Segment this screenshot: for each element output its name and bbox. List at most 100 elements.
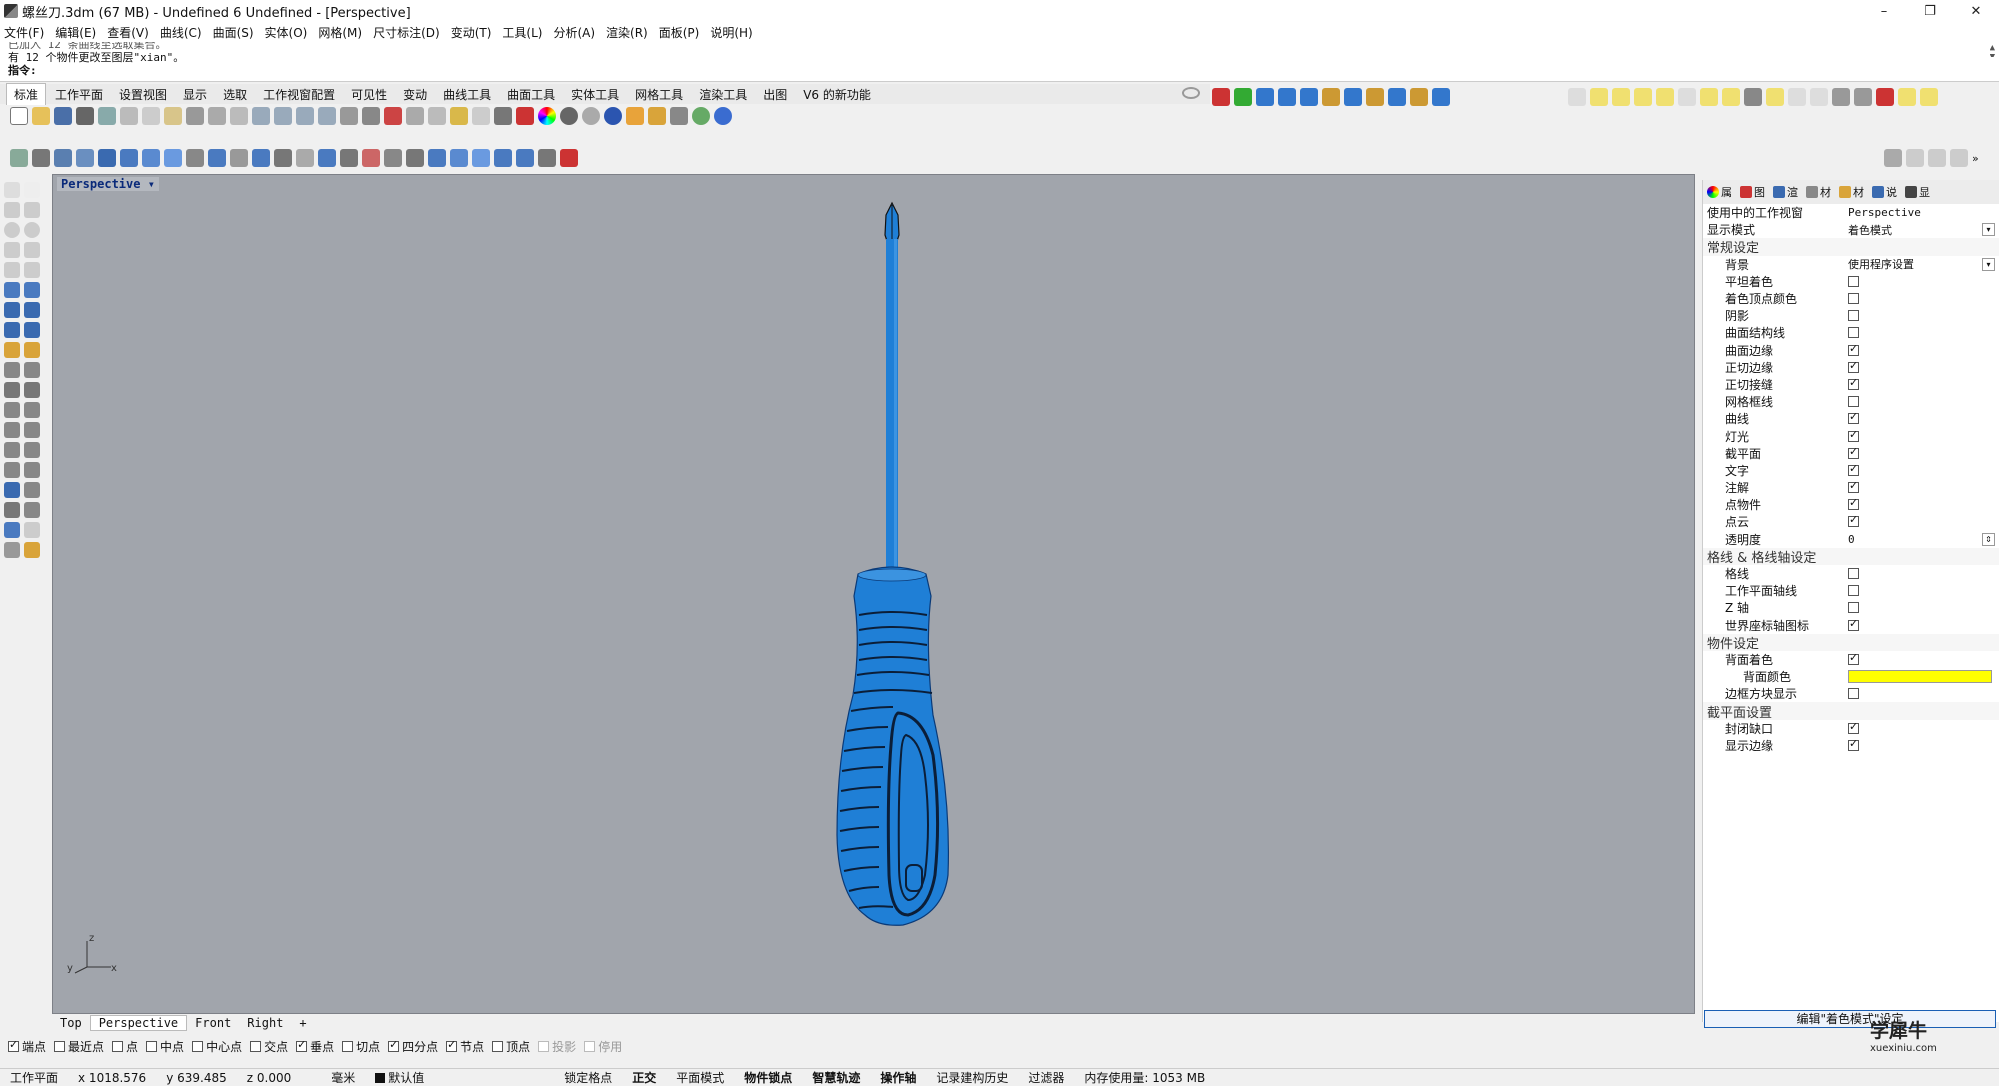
property-checkbox[interactable] [1848, 737, 1859, 751]
color-wheel-icon[interactable] [538, 107, 556, 125]
mirror-icon[interactable] [76, 149, 94, 167]
tab-display[interactable]: 显示 [176, 84, 214, 105]
menu-edit[interactable]: 编辑(E) [55, 24, 96, 41]
tab-curve-tools[interactable]: 曲线工具 [436, 84, 498, 105]
viewport-layout-icon[interactable] [362, 107, 380, 125]
status-planar[interactable]: 平面模式 [666, 1069, 734, 1086]
arc-icon[interactable] [4, 262, 20, 278]
align-icon[interactable] [384, 149, 402, 167]
smooth-icon[interactable] [494, 149, 512, 167]
osnap-checkbox[interactable] [54, 1040, 66, 1052]
rectangle-light-icon[interactable] [1678, 88, 1696, 106]
tab-mesh-tools[interactable]: 网格工具 [628, 84, 690, 105]
osnap-checkbox[interactable] [146, 1040, 158, 1052]
front-view-icon[interactable] [1256, 88, 1274, 106]
snap-planar-icon[interactable] [1928, 149, 1946, 167]
hide-light-icon[interactable] [1788, 88, 1806, 106]
command-prompt-row[interactable]: 指令: [8, 64, 1999, 77]
surface-edge-icon[interactable] [24, 282, 40, 298]
toolbar-overflow-icon[interactable]: » [1972, 152, 1979, 165]
render-tool-icon[interactable] [4, 542, 20, 558]
osnap-checkbox[interactable] [584, 1040, 596, 1052]
osnap-option[interactable]: 节点 [446, 1038, 484, 1055]
copy-icon[interactable] [142, 107, 160, 125]
open-file-icon[interactable] [32, 107, 50, 125]
light-bulb-icon[interactable] [472, 107, 490, 125]
status-record-history[interactable]: 记录建构历史 [926, 1069, 1018, 1086]
array-icon[interactable] [274, 149, 292, 167]
property-checkbox[interactable] [1848, 720, 1859, 734]
osnap-option[interactable]: 四分点 [388, 1038, 438, 1055]
property-section-header[interactable]: 截平面设置 [1703, 702, 1999, 721]
surface-corner-icon[interactable] [4, 282, 20, 298]
spotlight-icon[interactable] [1590, 88, 1608, 106]
status-grid-snap[interactable]: 锁定格点 [554, 1069, 622, 1086]
shear-icon[interactable] [472, 149, 490, 167]
panel-tab-help[interactable]: 说 [1872, 184, 1897, 200]
object-snap-icon[interactable] [670, 107, 688, 125]
tab-select[interactable]: 选取 [216, 84, 254, 105]
property-checkbox[interactable] [1848, 479, 1859, 494]
panel-tab-layers[interactable]: 图 [1740, 184, 1765, 200]
sweep-icon[interactable] [164, 149, 182, 167]
tab-standard[interactable]: 标准 [6, 83, 47, 105]
osnap-option[interactable]: 中心点 [192, 1038, 242, 1055]
surface-icon[interactable] [120, 149, 138, 167]
select-arrow-icon[interactable] [4, 182, 20, 198]
property-checkbox[interactable] [1848, 396, 1859, 408]
paste-icon[interactable] [164, 107, 182, 125]
osnap-checkbox[interactable] [538, 1040, 550, 1052]
menu-render[interactable]: 渲染(R) [606, 24, 648, 41]
point-icon[interactable] [186, 149, 204, 167]
status-ortho[interactable]: 正交 [622, 1069, 666, 1086]
toolbar-options-icon[interactable] [1182, 87, 1200, 99]
menu-analyze[interactable]: 分析(A) [553, 24, 595, 41]
tab-render-tools[interactable]: 渲染工具 [692, 84, 754, 105]
rotate-icon[interactable] [4, 382, 20, 398]
zoom-selected-icon[interactable] [318, 107, 336, 125]
tab-new-in-v6[interactable]: V6 的新功能 [796, 84, 878, 105]
boolean-icon[interactable] [24, 322, 40, 338]
panel-tab-textures[interactable]: 材 [1839, 184, 1864, 200]
tab-visibility[interactable]: 可见性 [344, 84, 394, 105]
move-view-icon[interactable] [230, 107, 248, 125]
point-light-icon[interactable] [1612, 88, 1630, 106]
gear-tool-icon[interactable] [296, 149, 314, 167]
lock-icon[interactable] [494, 107, 512, 125]
property-checkbox[interactable] [1848, 585, 1859, 597]
property-checkbox[interactable] [1848, 496, 1859, 511]
zoom-in-icon[interactable] [1388, 88, 1406, 106]
trim-icon[interactable] [4, 402, 20, 418]
split-icon[interactable] [24, 402, 40, 418]
distance-icon[interactable] [24, 482, 40, 498]
hatch-icon[interactable] [24, 462, 40, 478]
new-file-icon[interactable] [10, 107, 28, 125]
polygon-icon[interactable] [4, 242, 20, 258]
property-value[interactable]: 0 [1848, 533, 1855, 546]
sky-light-icon[interactable] [1920, 88, 1938, 106]
magnify-icon[interactable] [1432, 88, 1450, 106]
panel-tab-render[interactable]: 渲 [1773, 184, 1798, 200]
show-light-icon[interactable] [1810, 88, 1828, 106]
menu-file[interactable]: 文件(F) [4, 24, 44, 41]
light-properties-icon[interactable] [1832, 88, 1850, 106]
loft-icon[interactable] [142, 149, 160, 167]
tab-cplanes[interactable]: 工作平面 [48, 84, 110, 105]
material-icon[interactable] [24, 542, 40, 558]
rendered-sphere-icon[interactable] [582, 107, 600, 125]
light-icon[interactable] [1568, 88, 1586, 106]
tab-viewport-layout[interactable]: 工作视窗配置 [256, 84, 342, 105]
undo-icon[interactable] [186, 107, 204, 125]
menu-curve[interactable]: 曲线(C) [160, 24, 202, 41]
options-gear-icon[interactable] [648, 107, 666, 125]
osnap-option[interactable]: 停用 [584, 1038, 622, 1055]
property-checkbox[interactable] [1848, 310, 1859, 322]
property-checkbox[interactable] [1848, 462, 1859, 476]
circle-icon[interactable] [4, 222, 20, 238]
cut-icon[interactable] [120, 107, 138, 125]
panel-tab-properties[interactable]: 属 [1707, 184, 1732, 200]
select-icon[interactable] [428, 107, 446, 125]
tab-surface-tools[interactable]: 曲面工具 [500, 84, 562, 105]
check-icon[interactable] [24, 522, 40, 538]
move-icon[interactable] [4, 362, 20, 378]
